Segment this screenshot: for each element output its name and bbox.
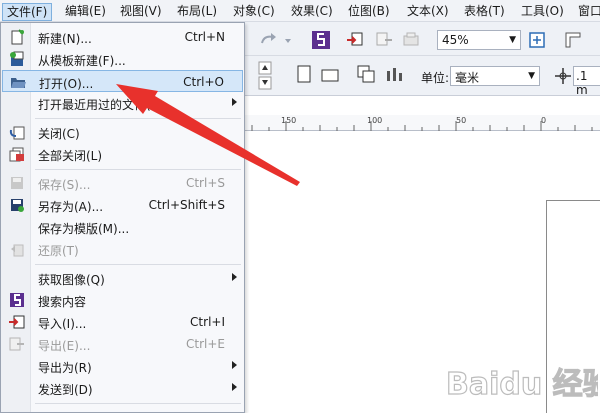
menu-edit[interactable]: 编辑(E) bbox=[61, 3, 110, 21]
menu-item-open-recent[interactable]: 打开最近用过的文件(R) bbox=[2, 92, 243, 114]
menu-bitmap[interactable]: 位图(B) bbox=[344, 3, 394, 21]
menu-table[interactable]: 表格(T) bbox=[460, 3, 509, 21]
menu-separator bbox=[35, 169, 241, 170]
submenu-arrow-icon bbox=[232, 273, 237, 281]
menu-tools[interactable]: 工具(O) bbox=[517, 3, 568, 21]
corel-search-icon bbox=[10, 293, 24, 307]
menu-item-save-as-template[interactable]: 保存为模版(M)... bbox=[2, 216, 243, 238]
corel-launcher-icon[interactable] bbox=[311, 30, 331, 50]
nudge-distance-value: .1 m bbox=[576, 69, 588, 97]
revert-icon bbox=[11, 244, 24, 257]
menu-item-import[interactable]: 导入(I)... Ctrl+I bbox=[2, 311, 243, 333]
current-page-icon[interactable] bbox=[384, 64, 406, 86]
menu-view[interactable]: 视图(V) bbox=[116, 3, 166, 21]
baidu-jingyan-watermark: Baidu 经验 bbox=[440, 352, 600, 408]
menu-separator bbox=[35, 264, 241, 265]
page-size-spinner[interactable] bbox=[256, 60, 276, 92]
chevron-down-icon: ▼ bbox=[528, 71, 535, 81]
menu-item-export[interactable]: 导出(E)... Ctrl+E bbox=[2, 333, 243, 355]
save-as-icon bbox=[11, 199, 24, 212]
new-document-icon bbox=[11, 29, 24, 45]
units-label: 单位: bbox=[421, 71, 450, 85]
menu-item-save-as[interactable]: 另存为(A)... Ctrl+Shift+S bbox=[2, 194, 243, 216]
save-icon bbox=[11, 177, 23, 189]
nudge-distance-input[interactable]: .1 m bbox=[573, 66, 600, 97]
menu-item-close-all[interactable]: 全部关闭(L) bbox=[2, 143, 243, 165]
ruler-label: 0 bbox=[541, 116, 547, 125]
chevron-down-icon: ▼ bbox=[509, 35, 516, 45]
export-icon[interactable] bbox=[375, 31, 393, 49]
publish-pdf-icon[interactable] bbox=[402, 31, 420, 49]
ruler-label: 100 bbox=[367, 116, 383, 125]
menu-item-export-as[interactable]: 导出为(R) bbox=[2, 355, 243, 377]
ruler-label: 50 bbox=[456, 116, 467, 125]
menu-item-acquire-image[interactable]: 获取图像(Q) bbox=[2, 267, 243, 289]
zoom-level-value: 45% bbox=[442, 33, 469, 47]
menu-text[interactable]: 文本(X) bbox=[403, 3, 453, 21]
menu-object[interactable]: 对象(C) bbox=[229, 3, 279, 21]
menu-item-save[interactable]: 保存(S)... Ctrl+S bbox=[2, 172, 243, 194]
export-icon bbox=[9, 337, 24, 351]
landscape-icon[interactable] bbox=[320, 64, 342, 86]
units-select[interactable]: 毫米 ▼ bbox=[450, 66, 540, 86]
watermark-text: Baidu 经验 bbox=[446, 367, 598, 402]
all-pages-icon[interactable] bbox=[356, 64, 378, 86]
menu-item-send-to[interactable]: 发送到(D) bbox=[2, 377, 243, 399]
page-border bbox=[546, 200, 600, 201]
close-document-icon bbox=[9, 126, 25, 140]
ruler-ticks bbox=[251, 121, 593, 131]
portrait-icon[interactable] bbox=[294, 64, 314, 86]
template-icon bbox=[10, 51, 24, 66]
menu-item-revert[interactable]: 还原(T) bbox=[2, 238, 243, 260]
rulers-icon[interactable] bbox=[563, 30, 583, 50]
redo-icon[interactable] bbox=[258, 31, 294, 49]
submenu-arrow-icon bbox=[232, 383, 237, 391]
menu-item-new-from-template[interactable]: 从模板新建(F)... bbox=[2, 48, 243, 70]
menu-window[interactable]: 窗口 bbox=[574, 3, 600, 21]
menu-effects[interactable]: 效果(C) bbox=[287, 3, 337, 21]
zoom-to-page-icon[interactable] bbox=[528, 31, 546, 49]
menu-item-close[interactable]: 关闭(C) bbox=[2, 121, 243, 143]
menu-layout[interactable]: 布局(L) bbox=[173, 3, 221, 21]
submenu-arrow-icon bbox=[232, 361, 237, 369]
menu-item-new[interactable]: 新建(N)... Ctrl+N bbox=[2, 26, 243, 48]
import-icon[interactable] bbox=[346, 31, 364, 49]
horizontal-ruler[interactable]: 150 100 50 0 bbox=[245, 115, 600, 131]
menu-separator bbox=[35, 403, 241, 404]
standard-toolbar bbox=[245, 22, 600, 56]
open-folder-icon bbox=[11, 78, 26, 88]
ruler-label: 150 bbox=[281, 116, 297, 125]
import-icon bbox=[9, 315, 25, 329]
menu-file[interactable]: 文件(F) bbox=[2, 3, 53, 21]
menu-separator bbox=[35, 118, 241, 119]
units-value: 毫米 bbox=[455, 71, 480, 85]
menu-item-open[interactable]: 打开(O)... Ctrl+O bbox=[2, 70, 243, 92]
file-menu-dropdown: 新建(N)... Ctrl+N 从模板新建(F)... 打开(O)... Ctr… bbox=[0, 22, 245, 413]
menu-bar: 文件(F) 编辑(E) 视图(V) 布局(L) 对象(C) 效果(C) 位图(B… bbox=[0, 0, 600, 22]
zoom-level-select[interactable]: 45% ▼ bbox=[437, 30, 521, 50]
nudge-icon bbox=[555, 68, 571, 84]
close-all-icon bbox=[9, 147, 24, 162]
menu-item-search-content[interactable]: 搜索内容 bbox=[2, 289, 243, 311]
submenu-arrow-icon bbox=[232, 98, 237, 106]
